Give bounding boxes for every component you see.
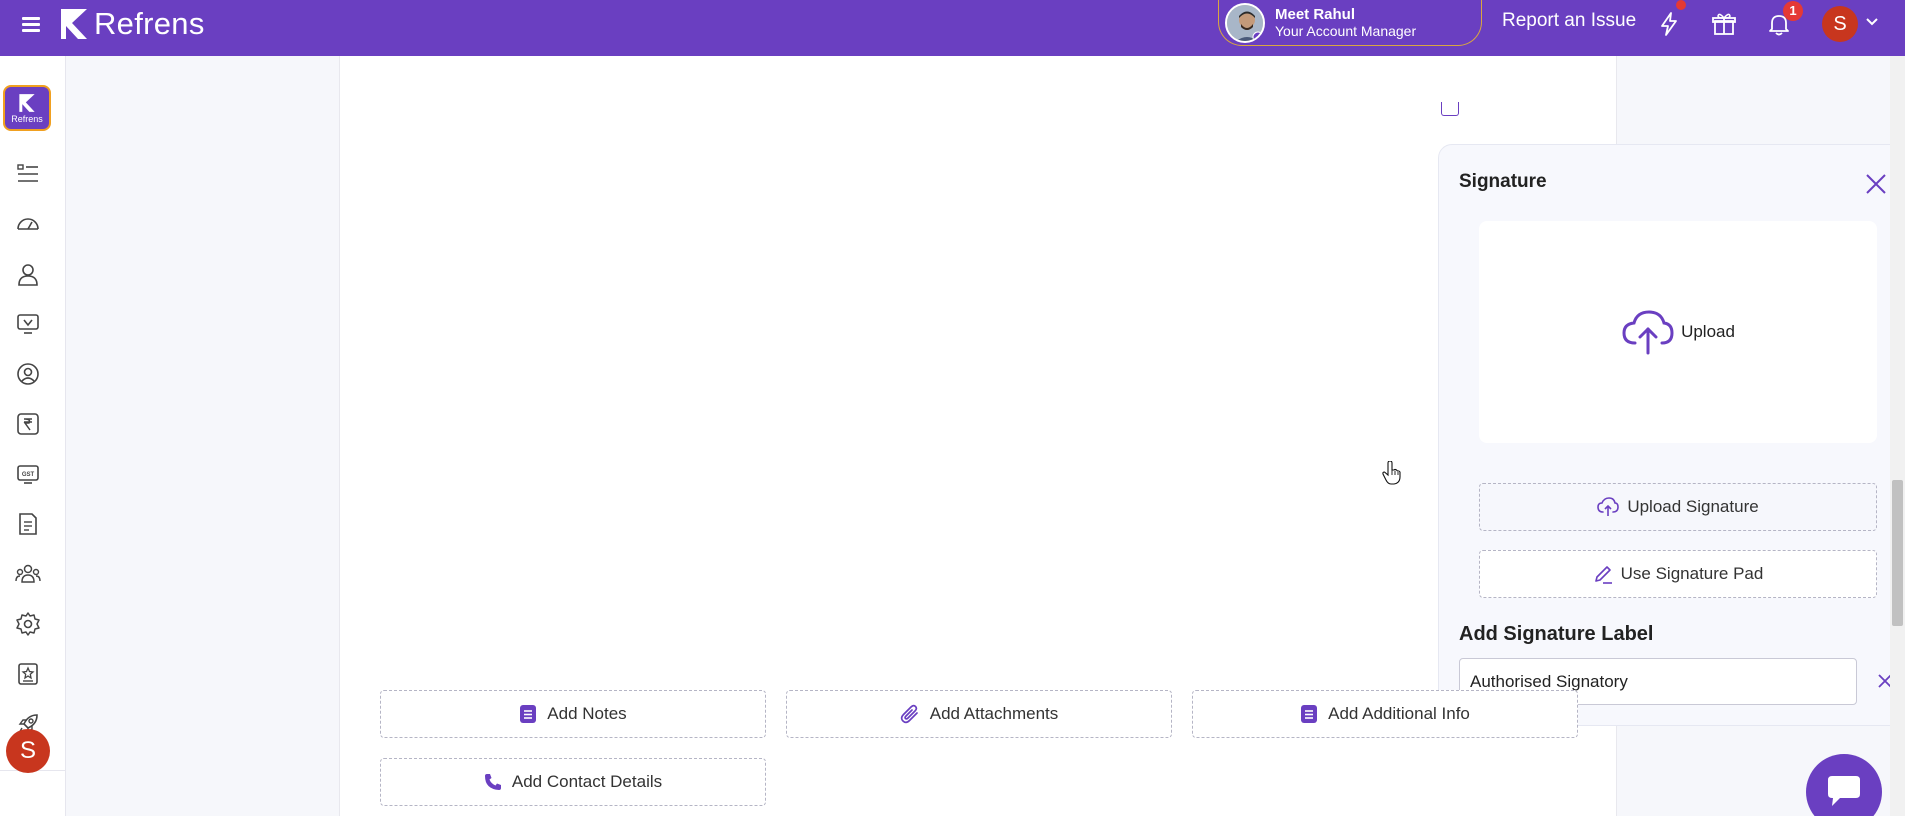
add-contact-details-button[interactable]: Add Contact Details: [380, 758, 766, 806]
pen-icon: [1594, 566, 1612, 584]
svg-text:GST: GST: [22, 472, 35, 478]
sales-icon[interactable]: [15, 311, 41, 337]
gift-icon[interactable]: [1710, 10, 1738, 38]
add-contact-details-label: Add Contact Details: [511, 772, 663, 791]
manager-role: Your Account Manager: [1275, 22, 1417, 39]
cloud-upload-icon: [1597, 497, 1620, 516]
user-avatar[interactable]: S: [1822, 6, 1858, 42]
user-icon[interactable]: [15, 261, 41, 287]
signature-pad-button[interactable]: Use Signature Pad: [1479, 550, 1877, 598]
scrollbar-thumb[interactable]: [1892, 480, 1903, 626]
gst-icon[interactable]: GST: [15, 461, 41, 487]
signature-panel: Signature Upload Upload Signature Use Si…: [1438, 144, 1905, 726]
paperclip-icon: [900, 704, 918, 724]
sidebar-user-avatar[interactable]: S: [6, 729, 50, 773]
sidebar-divider: [0, 770, 66, 816]
rupee-icon[interactable]: [15, 411, 41, 437]
refrens-logo-icon: [61, 9, 87, 39]
sidebar-logo-label: Refrens: [11, 113, 43, 124]
upload-signature-button[interactable]: Upload Signature: [1479, 483, 1877, 531]
scrollbar-track[interactable]: [1890, 56, 1905, 816]
manager-name: Meet Rahul: [1275, 5, 1356, 23]
signature-title: Signature: [1459, 171, 1547, 192]
signature-pad-label: Use Signature Pad: [1620, 564, 1764, 583]
menu-icon[interactable]: [22, 14, 46, 38]
list-icon[interactable]: [15, 161, 41, 187]
signature-upload-area[interactable]: Upload: [1479, 221, 1877, 443]
upload-signature-label: Upload Signature: [1627, 497, 1759, 516]
brand-name: Refrens: [94, 6, 205, 41]
chat-icon: [1828, 776, 1860, 806]
cloud-upload-icon: [1622, 310, 1674, 355]
add-attachments-button[interactable]: Add Attachments: [786, 690, 1172, 738]
phone-icon: [484, 774, 501, 790]
refrens-logo-icon: [19, 93, 35, 112]
add-additional-info-button[interactable]: Add Additional Info: [1192, 690, 1578, 738]
document-icon[interactable]: [15, 511, 41, 537]
lightning-alert-dot: [1676, 0, 1686, 10]
settings-icon[interactable]: [15, 611, 41, 637]
add-additional-info-label: Add Additional Info: [1328, 704, 1470, 723]
chat-button[interactable]: [1806, 754, 1882, 816]
team-icon[interactable]: [15, 561, 41, 587]
badge-icon[interactable]: [15, 661, 41, 687]
notification-badge: 1: [1783, 1, 1803, 21]
invoice-form-card: Signature Upload Upload Signature Use Si…: [339, 56, 1905, 816]
top-bar: Refrens Meet Rahul Your Account Manager …: [0, 0, 1905, 56]
add-notes-button[interactable]: Add Notes: [380, 690, 766, 738]
close-icon[interactable]: [1863, 171, 1889, 197]
manager-avatar: [1225, 2, 1265, 43]
partial-checkbox[interactable]: [1441, 102, 1459, 116]
signature-label-heading: Add Signature Label: [1459, 623, 1654, 645]
notes-icon: [1301, 705, 1318, 723]
account-manager-button[interactable]: Meet Rahul Your Account Manager: [1218, 0, 1482, 46]
hand-cursor-icon: [1382, 461, 1401, 485]
dashboard-icon[interactable]: [15, 211, 41, 237]
lightning-icon[interactable]: [1655, 10, 1683, 38]
add-attachments-label: Add Attachments: [929, 704, 1059, 723]
add-notes-label: Add Notes: [547, 704, 627, 723]
upload-label: Upload: [1681, 322, 1735, 341]
sidebar: Refrens GST: [0, 56, 66, 816]
brand-logo[interactable]: Refrens: [58, 6, 205, 42]
sidebar-logo-button[interactable]: Refrens: [3, 85, 51, 131]
contact-icon[interactable]: [15, 361, 41, 387]
report-issue-link[interactable]: Report an Issue: [1502, 10, 1636, 32]
chevron-down-icon[interactable]: [1864, 14, 1880, 30]
notes-icon: [520, 705, 537, 723]
